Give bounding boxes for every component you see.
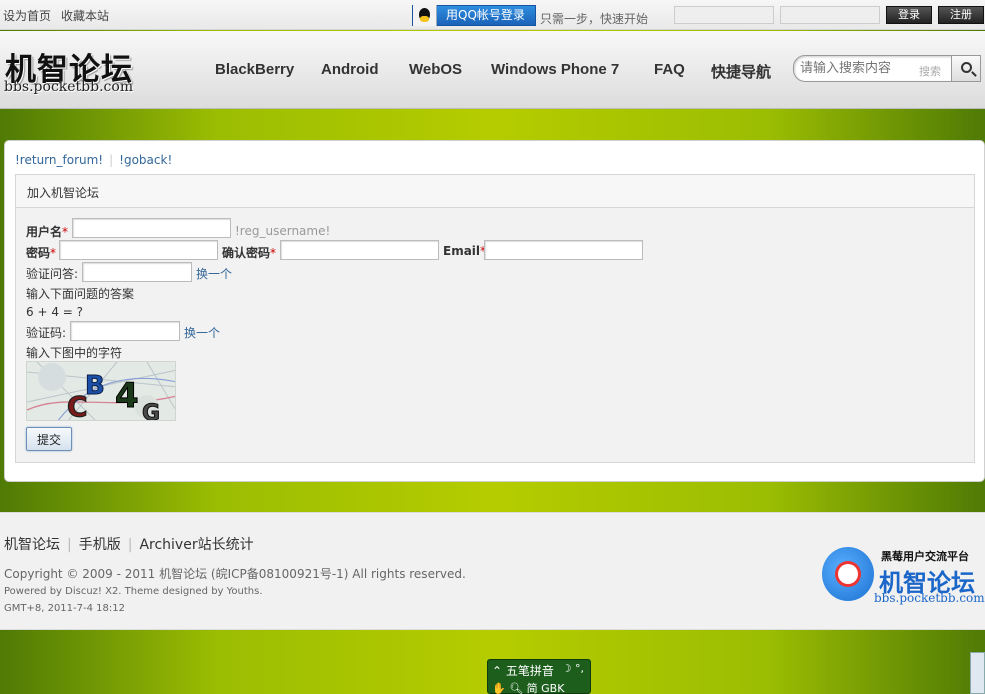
ime-mode: ⌃ 五笔拼音 xyxy=(492,664,554,678)
qq-login-label: 用QQ帐号登录 xyxy=(446,8,525,22)
footer-logo-url: bbs.pocketbb.com xyxy=(874,591,985,605)
nav-faq[interactable]: FAQ xyxy=(654,61,685,78)
footer-separator: | xyxy=(67,537,72,553)
search-icon xyxy=(961,62,972,73)
form-title: 加入机智论坛 xyxy=(16,175,974,208)
copyright-text: Copyright © 2009 - 2011 机智论坛 (皖ICP备08100… xyxy=(4,567,466,581)
qq-login-button[interactable]: 用QQ帐号登录 xyxy=(412,5,536,26)
bookmark-link[interactable]: 收藏本站 xyxy=(61,7,109,24)
question-label: 验证问答: xyxy=(26,267,79,281)
site-footer: 机智论坛 | 手机版 | Archiver站长统计 Copyright © 2009 -… xyxy=(0,512,985,630)
captcha-change-link[interactable]: 换一个 xyxy=(184,324,220,341)
site-header: 机智论坛 bbs.pocketbb.com BlackBerry Android… xyxy=(0,31,985,109)
server-time-text: GMT+8, 2011-7-4 18:12 xyxy=(4,603,125,614)
username-quick-input[interactable] xyxy=(674,6,774,24)
username-field[interactable] xyxy=(72,218,231,238)
power-icon xyxy=(822,547,874,601)
footer-link-archiver[interactable]: Archiver站长统计 xyxy=(139,537,253,553)
set-home-link[interactable]: 设为首页 xyxy=(3,7,51,24)
powered-by-text: Powered by Discuz! X2. Theme designed by… xyxy=(4,586,263,597)
email-label: Email* xyxy=(443,244,486,258)
captcha-hint: 输入下图中的字符 xyxy=(26,346,123,360)
submit-button[interactable]: 提交 xyxy=(26,427,72,451)
nav-windows-phone-7[interactable]: Windows Phone 7 xyxy=(491,61,619,78)
footer-logo[interactable]: 黑莓用户交流平台 机智论坛 bbs.pocketbb.com xyxy=(820,539,985,607)
username-hint: !reg_username! xyxy=(235,224,331,238)
breadcrumb: !return_forum! | !goback! xyxy=(15,153,172,167)
nav-quick-nav[interactable]: 快捷导航 xyxy=(711,61,771,82)
svg-text:G: G xyxy=(142,401,160,421)
captcha-label: 验证码: xyxy=(26,326,67,340)
return-forum-link[interactable]: !return_forum! xyxy=(15,153,103,167)
search-input[interactable] xyxy=(800,60,912,77)
svg-text:B: B xyxy=(85,371,105,401)
main-panel: !return_forum! | !goback! 加入机智论坛 用户名* !reg… xyxy=(4,140,985,482)
question-text: 6 + 4 = ? xyxy=(26,305,84,319)
footer-link-forum[interactable]: 机智论坛 xyxy=(4,537,60,553)
password-quick-input[interactable] xyxy=(780,6,880,24)
qq-login-tip: 只需一步，快速开始 xyxy=(540,12,649,26)
email-field[interactable] xyxy=(484,240,643,260)
footer-link-mobile[interactable]: 手机版 xyxy=(79,537,121,553)
password-label: 密码* xyxy=(26,246,57,260)
question-hint: 输入下面问题的答案 xyxy=(26,287,135,301)
qq-icon xyxy=(413,5,437,26)
login-button[interactable]: 登录 xyxy=(886,6,932,24)
username-label: 用户名* xyxy=(26,225,69,239)
footer-logo-tagline: 黑莓用户交流平台 xyxy=(881,550,969,563)
ime-toolbar[interactable]: ⌃ 五笔拼音 ☽ °, ✋ 🔍︎ 简 GBK xyxy=(487,659,591,694)
footer-separator: | xyxy=(127,537,133,553)
search-button[interactable] xyxy=(951,55,981,82)
ime-state: ✋ 🔍︎ 简 GBK xyxy=(492,682,565,694)
nav-blackberry[interactable]: BlackBerry xyxy=(215,61,294,78)
moon-icon: ☽ °, xyxy=(561,662,584,675)
register-button[interactable]: 注册 xyxy=(938,6,984,24)
go-back-link[interactable]: !goback! xyxy=(119,153,172,167)
svg-text:4: 4 xyxy=(115,376,139,416)
nav-webos[interactable]: WebOS xyxy=(409,61,462,78)
confirm-password-label: 确认密码* xyxy=(222,246,277,260)
register-form: 加入机智论坛 用户名* !reg_username! 密码* 确认密码* Ema… xyxy=(15,174,975,463)
search-scope[interactable]: 搜索 xyxy=(919,63,941,79)
side-widget[interactable] xyxy=(970,652,985,694)
question-answer-field[interactable] xyxy=(82,262,192,282)
captcha-image[interactable]: C B 4 G xyxy=(26,361,176,421)
confirm-password-field[interactable] xyxy=(280,240,439,260)
question-change-link[interactable]: 换一个 xyxy=(196,265,232,282)
top-bar: 设为首页 收藏本站 用QQ帐号登录 只需一步，快速开始 登录 注册 xyxy=(0,0,985,30)
nav-android[interactable]: Android xyxy=(321,61,379,78)
captcha-field[interactable] xyxy=(70,321,180,341)
captcha-graphic: C B 4 G xyxy=(27,362,175,421)
footer-links: 机智论坛 | 手机版 | Archiver站长统计 xyxy=(4,534,254,554)
password-field[interactable] xyxy=(59,240,218,260)
search-box: 搜索 xyxy=(793,55,953,82)
site-logo-url: bbs.pocketbb.com xyxy=(4,79,134,95)
breadcrumb-separator: | xyxy=(109,153,114,167)
